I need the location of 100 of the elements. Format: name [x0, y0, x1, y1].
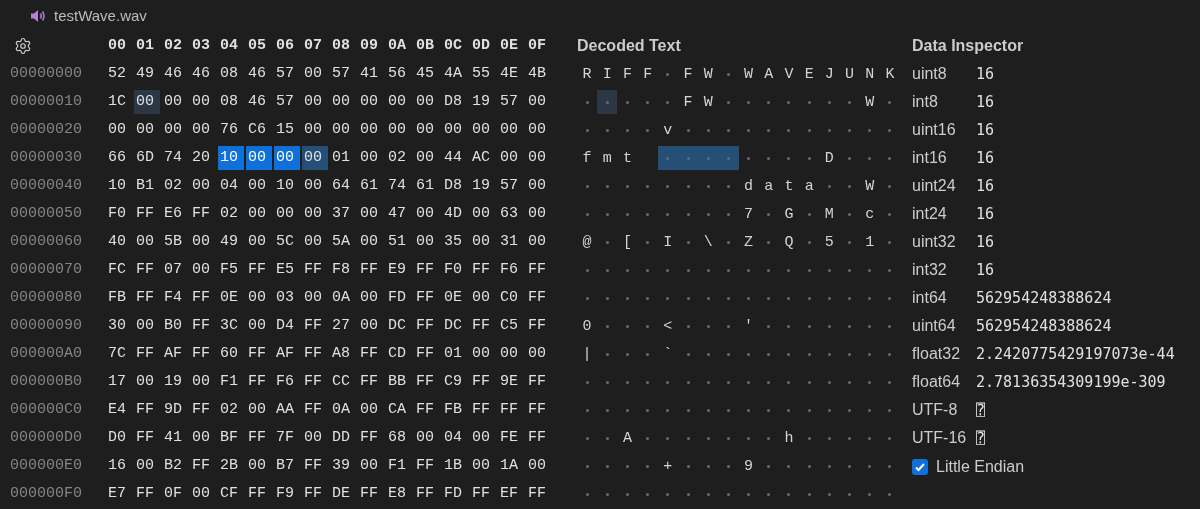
hex-byte[interactable]: 7F: [274, 426, 300, 450]
hex-byte[interactable]: FF: [302, 482, 328, 506]
hex-byte[interactable]: 00: [526, 146, 552, 170]
hex-byte[interactable]: 64: [330, 174, 356, 198]
hex-byte[interactable]: 10: [274, 174, 300, 198]
hex-byte[interactable]: 46: [190, 62, 216, 86]
hex-byte[interactable]: FF: [470, 258, 496, 282]
hex-byte[interactable]: 61: [358, 174, 384, 198]
hex-byte[interactable]: 63: [498, 202, 524, 226]
hex-byte[interactable]: 00: [358, 286, 384, 310]
hex-byte[interactable]: 0E: [218, 286, 244, 310]
hex-byte[interactable]: FF: [414, 314, 440, 338]
hex-byte[interactable]: 08: [218, 90, 244, 114]
hex-byte[interactable]: 5C: [274, 230, 300, 254]
hex-byte[interactable]: FF: [470, 482, 496, 506]
hex-byte[interactable]: B2: [162, 454, 188, 478]
hex-byte[interactable]: 00: [526, 90, 552, 114]
hex-byte[interactable]: 00: [470, 118, 496, 142]
hex-byte[interactable]: EF: [498, 482, 524, 506]
hex-byte[interactable]: DC: [386, 314, 412, 338]
hex-byte[interactable]: FF: [526, 398, 552, 422]
hex-byte[interactable]: 6D: [134, 146, 160, 170]
hex-byte[interactable]: C6: [246, 118, 272, 142]
hex-byte[interactable]: 00: [330, 90, 356, 114]
hex-byte[interactable]: B7: [274, 454, 300, 478]
hex-byte[interactable]: FF: [134, 202, 160, 226]
hex-byte[interactable]: 00: [274, 146, 300, 170]
hex-byte[interactable]: 00: [414, 230, 440, 254]
hex-byte[interactable]: 46: [246, 62, 272, 86]
hex-byte[interactable]: 57: [274, 62, 300, 86]
hex-byte[interactable]: 00: [134, 314, 160, 338]
hex-byte[interactable]: E9: [386, 258, 412, 282]
hex-byte[interactable]: FF: [246, 258, 272, 282]
hex-byte[interactable]: 0F: [162, 482, 188, 506]
hex-byte[interactable]: 01: [442, 342, 468, 366]
hex-byte[interactable]: 39: [330, 454, 356, 478]
hex-byte[interactable]: FB: [106, 286, 132, 310]
hex-byte[interactable]: 68: [386, 426, 412, 450]
hex-byte[interactable]: 00: [526, 174, 552, 198]
hex-byte[interactable]: 41: [162, 426, 188, 450]
hex-byte[interactable]: 46: [246, 90, 272, 114]
hex-byte[interactable]: 00: [414, 202, 440, 226]
hex-byte[interactable]: 00: [302, 230, 328, 254]
hex-byte[interactable]: F6: [274, 370, 300, 394]
hex-byte[interactable]: FF: [134, 258, 160, 282]
hex-byte[interactable]: 00: [246, 202, 272, 226]
hex-byte[interactable]: E8: [386, 482, 412, 506]
hex-byte[interactable]: 00: [358, 90, 384, 114]
hex-byte[interactable]: 02: [218, 398, 244, 422]
hex-byte[interactable]: 00: [526, 454, 552, 478]
hex-byte[interactable]: 00: [330, 118, 356, 142]
hex-byte[interactable]: 19: [470, 174, 496, 198]
hex-byte[interactable]: 00: [470, 342, 496, 366]
hex-byte[interactable]: 66: [106, 146, 132, 170]
hex-byte[interactable]: FF: [358, 370, 384, 394]
hex-byte[interactable]: 04: [442, 426, 468, 450]
hex-byte[interactable]: FF: [302, 342, 328, 366]
hex-byte[interactable]: D8: [442, 174, 468, 198]
settings-icon[interactable]: [14, 37, 32, 55]
hex-byte[interactable]: 00: [302, 118, 328, 142]
hex-byte[interactable]: FF: [134, 426, 160, 450]
hex-byte[interactable]: 7C: [106, 342, 132, 366]
hex-byte[interactable]: F4: [162, 286, 188, 310]
hex-byte[interactable]: 44: [442, 146, 468, 170]
hex-byte[interactable]: 00: [190, 370, 216, 394]
hex-byte[interactable]: 04: [218, 174, 244, 198]
hex-byte[interactable]: 00: [190, 482, 216, 506]
hex-byte[interactable]: 20: [190, 146, 216, 170]
hex-byte[interactable]: 00: [414, 118, 440, 142]
hex-byte[interactable]: 74: [162, 146, 188, 170]
hex-byte[interactable]: 01: [330, 146, 356, 170]
hex-byte[interactable]: FF: [526, 426, 552, 450]
hex-byte[interactable]: 0A: [330, 398, 356, 422]
hex-byte[interactable]: 4E: [498, 62, 524, 86]
hex-byte[interactable]: F1: [386, 454, 412, 478]
hex-byte[interactable]: 57: [498, 174, 524, 198]
hex-byte[interactable]: FC: [106, 258, 132, 282]
hex-byte[interactable]: 00: [134, 90, 160, 114]
hex-byte[interactable]: FF: [498, 398, 524, 422]
hex-byte[interactable]: D8: [442, 90, 468, 114]
hex-byte[interactable]: 00: [190, 258, 216, 282]
hex-byte[interactable]: FF: [134, 482, 160, 506]
hex-byte[interactable]: FF: [302, 314, 328, 338]
hex-byte[interactable]: E6: [162, 202, 188, 226]
hex-byte[interactable]: 00: [162, 90, 188, 114]
hex-byte[interactable]: AA: [274, 398, 300, 422]
hex-byte[interactable]: 19: [470, 90, 496, 114]
hex-byte[interactable]: 27: [330, 314, 356, 338]
hex-byte[interactable]: FB: [442, 398, 468, 422]
hex-byte[interactable]: 00: [470, 454, 496, 478]
hex-byte[interactable]: 00: [190, 90, 216, 114]
hex-byte[interactable]: FF: [526, 482, 552, 506]
hex-byte[interactable]: CD: [386, 342, 412, 366]
hex-byte[interactable]: FF: [302, 398, 328, 422]
hex-byte[interactable]: 00: [134, 370, 160, 394]
hex-byte[interactable]: 1C: [106, 90, 132, 114]
hex-byte[interactable]: FF: [190, 398, 216, 422]
hex-byte[interactable]: 60: [218, 342, 244, 366]
hex-byte[interactable]: 00: [386, 90, 412, 114]
hex-byte[interactable]: 17: [106, 370, 132, 394]
